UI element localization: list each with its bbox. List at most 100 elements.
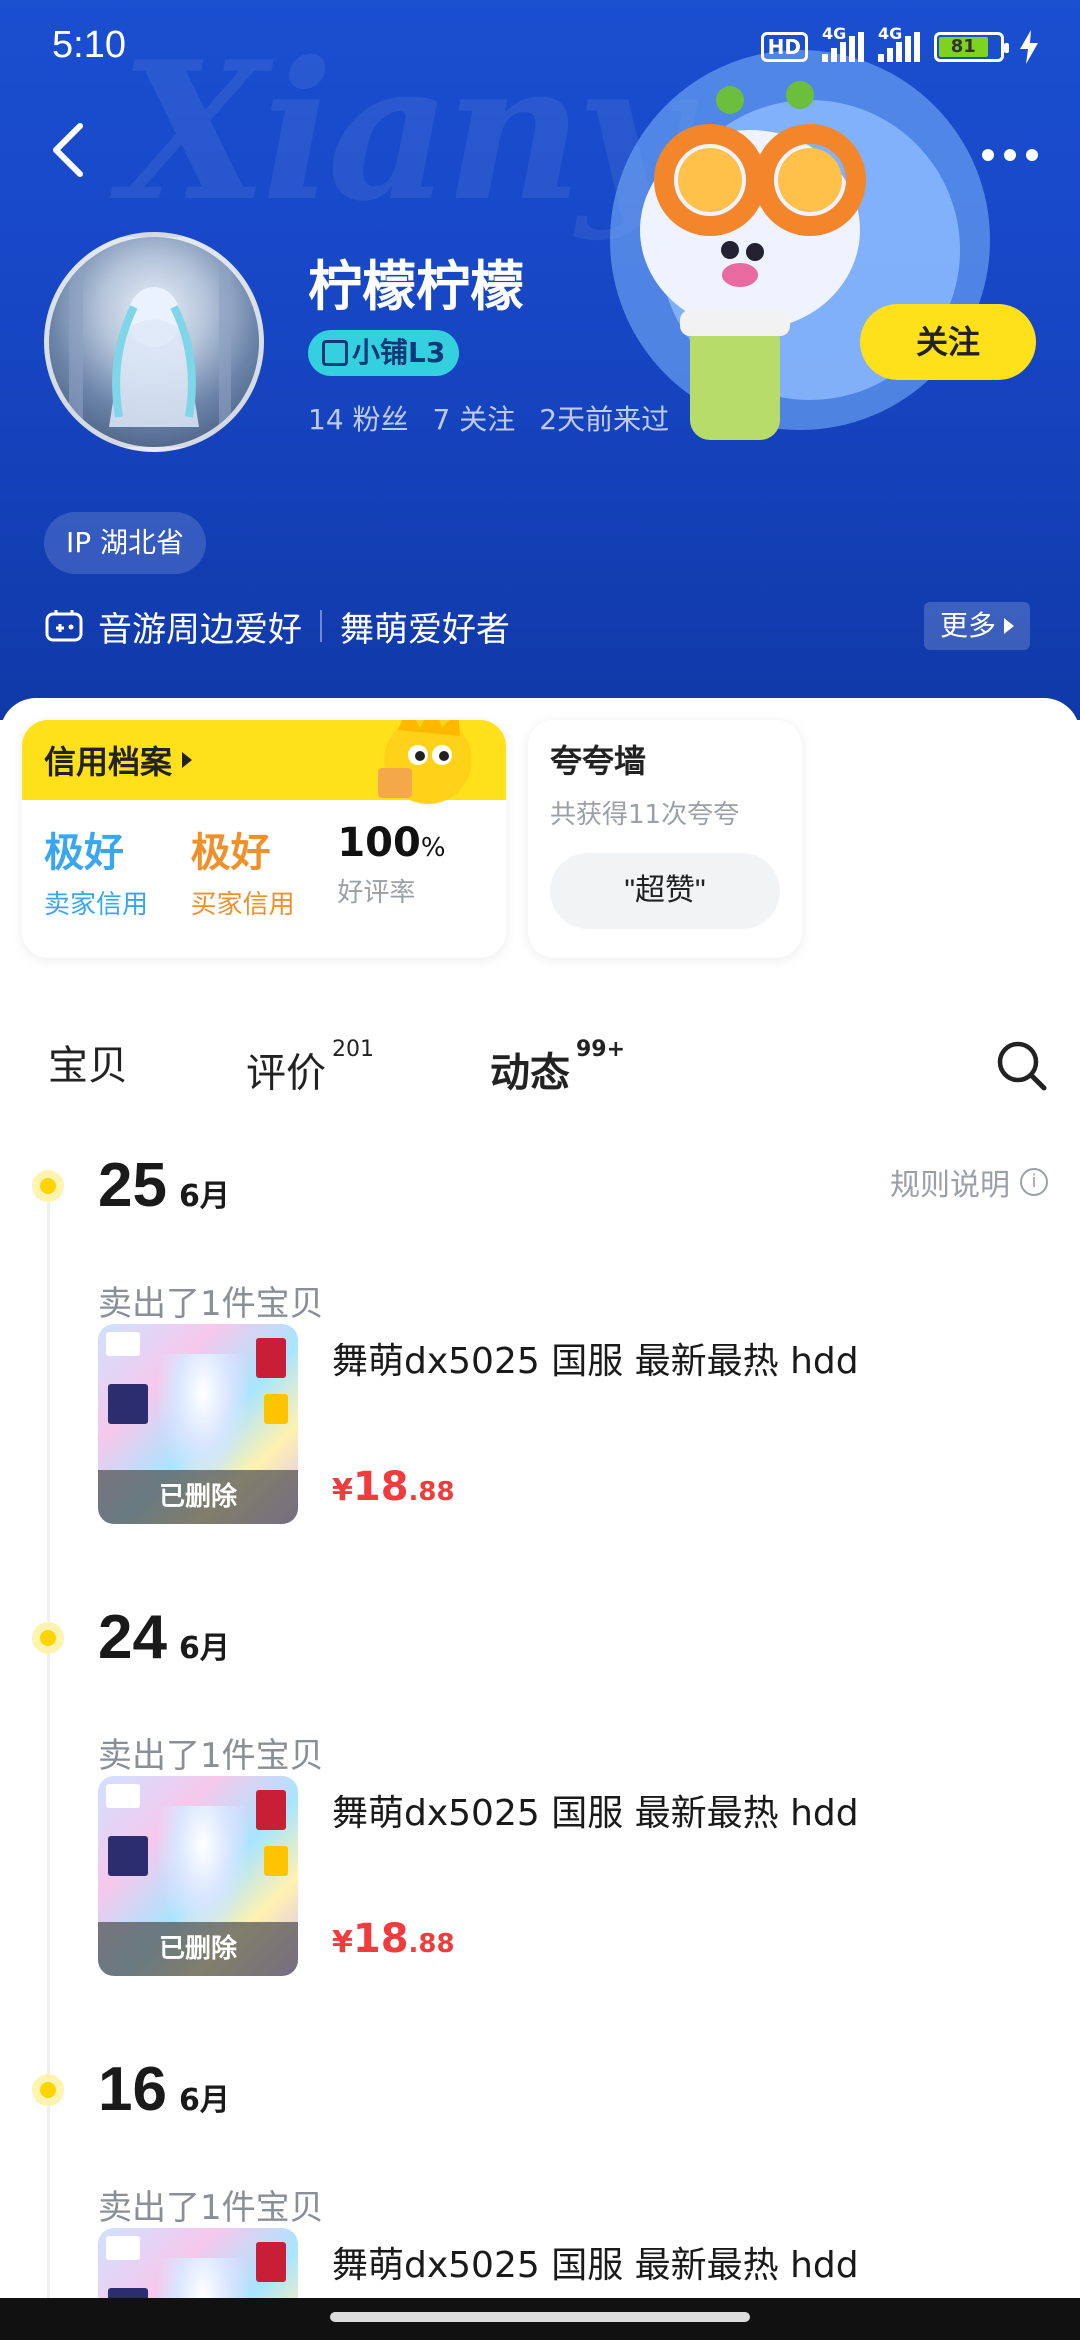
date-month: 6月 (178, 1631, 230, 1666)
avatar-artwork (69, 247, 231, 427)
deleted-overlay: 已删除 (98, 1470, 298, 1524)
ip-location-pill: IP 湖北省 (44, 512, 207, 574)
shop-level-label: 小铺L3 (352, 336, 446, 369)
date-day: 16 (98, 2055, 167, 2124)
profile-header: Xiany 5:10 HD 4G 4G 81 柠檬柠檬 小铺L3 14 粉丝 7… (0, 0, 1080, 720)
positive-rate: 100% 好评率 (337, 820, 484, 921)
battery-icon: 81 (934, 32, 1009, 62)
buyer-label: 买家信用 (190, 890, 295, 920)
profile-tabs: 宝贝 评价201 动态99+ (0, 1016, 1080, 1116)
info-icon: i (1020, 1168, 1048, 1196)
item-title: 舞萌dx5025 国服 最新最热 hdd (332, 1793, 859, 1834)
tab-items[interactable]: 宝贝 (48, 1016, 128, 1116)
charging-icon (1020, 30, 1038, 64)
deleted-overlay: 已删除 (98, 1922, 298, 1976)
sold-item-card[interactable]: 已删除 舞萌dx5025 国服 最新最热 hdd ¥ 18 .88 (98, 1776, 1048, 1976)
tab-reviews[interactable]: 评价201 (246, 1016, 374, 1116)
shop-icon (322, 340, 348, 366)
price-integer: 18 (352, 1916, 409, 1962)
rules-label: 规则说明 (890, 1168, 1010, 1203)
battery-level: 81 (939, 37, 988, 57)
item-price: ¥ 18 .88 (332, 1464, 455, 1510)
status-bar: 5:10 HD 4G 4G 81 (0, 0, 1080, 96)
followers-count[interactable]: 14 粉丝 (308, 398, 409, 438)
shop-level-badge[interactable]: 小铺L3 (308, 330, 460, 376)
praise-wall-count: 共获得11次夸夸 (550, 800, 740, 830)
buyer-rating: 极好 (190, 830, 271, 876)
back-icon (53, 123, 83, 177)
positive-rate-value: 100 (337, 820, 421, 866)
home-indicator-bar[interactable] (0, 2298, 1080, 2340)
item-thumbnail: 已删除 (98, 1776, 298, 1976)
more-dots-icon (982, 149, 994, 161)
more-dots-icon (1004, 149, 1016, 161)
date-day: 25 (98, 1151, 167, 1220)
follow-button[interactable]: 关注 (860, 304, 1036, 380)
timeline-event: 卖出了1件宝贝 (98, 1736, 324, 1776)
profile-stats: 14 粉丝 7 关注 2天前来过 (308, 398, 669, 438)
sold-item-card[interactable]: 已删除 舞萌dx5025 国服 最新最热 hdd ¥ 18 .88 (98, 1324, 1048, 1524)
net-label: 4G (822, 24, 847, 43)
credit-profile-card[interactable]: 信用档案 极好 卖家信用 极好 买家信用 100% 好评率 (22, 720, 506, 958)
praise-wall-card[interactable]: 夸夸墙 共获得11次夸夸 "超赞" (528, 720, 802, 958)
timeline-dot (32, 2074, 64, 2106)
praise-wall-title: 夸夸墙 (550, 742, 647, 780)
timeline-event: 卖出了1件宝贝 (98, 1284, 324, 1324)
credit-mascot-icon (378, 720, 472, 804)
positive-rate-label: 好评率 (337, 878, 416, 908)
item-title: 舞萌dx5025 国服 最新最热 hdd (332, 2245, 859, 2286)
more-options-button[interactable] (970, 130, 1050, 180)
timeline-date: 24 6月 (98, 1602, 230, 1673)
seller-credit: 极好 卖家信用 (44, 820, 191, 921)
chevron-right-icon (182, 752, 193, 768)
search-button[interactable] (994, 1038, 1050, 1094)
timeline-dot (32, 1170, 64, 1202)
signal-icon: 4G (822, 24, 864, 62)
item-thumbnail: 已删除 (98, 1324, 298, 1524)
hd-badge: HD (760, 32, 808, 62)
price-currency: ¥ (332, 1473, 353, 1508)
timeline-date: 16 6月 (98, 2054, 230, 2125)
username: 柠檬柠檬 (308, 255, 524, 318)
interest-tags: 音游周边爱好 舞萌爱好者 (44, 596, 510, 656)
net-label: 4G (878, 24, 903, 43)
date-day: 24 (98, 1603, 167, 1672)
date-month: 6月 (178, 1179, 230, 1214)
item-title: 舞萌dx5025 国服 最新最热 hdd (332, 1341, 859, 1382)
date-month: 6月 (178, 2083, 230, 2118)
credit-profile-header: 信用档案 (22, 720, 506, 804)
tab-label: 宝贝 (48, 1043, 128, 1089)
seller-label: 卖家信用 (44, 890, 149, 920)
tag-item: 舞萌爱好者 (340, 609, 510, 650)
tab-label: 评价 (246, 1050, 326, 1097)
tab-label: 动态 (490, 1050, 570, 1097)
tab-count: 201 (332, 1037, 374, 1062)
tab-activity[interactable]: 动态99+ (490, 1016, 625, 1116)
avatar[interactable] (44, 232, 264, 452)
price-decimal: .88 (408, 1477, 455, 1507)
more-tags-button[interactable]: 更多 (923, 602, 1030, 650)
signal-icon: 4G (878, 24, 920, 62)
more-tags-label: 更多 (939, 609, 996, 642)
back-button[interactable] (48, 120, 108, 190)
following-count[interactable]: 7 关注 (433, 398, 516, 438)
price-integer: 18 (352, 1464, 409, 1510)
tag-item: 音游周边爱好 (98, 609, 302, 650)
timeline-event: 卖出了1件宝贝 (98, 2188, 324, 2228)
tag-divider (320, 610, 322, 642)
profile-content: 信用档案 极好 卖家信用 极好 买家信用 100% 好评率 夸夸墙 共获得11次… (0, 698, 1080, 2340)
rules-link[interactable]: 规则说明 i (890, 1160, 1048, 1204)
item-price: ¥ 18 .88 (332, 1916, 455, 1962)
praise-tag-button[interactable]: "超赞" (550, 853, 780, 929)
tab-count: 99+ (576, 1037, 626, 1062)
price-decimal: .88 (408, 1929, 455, 1959)
timeline-date: 25 6月 (98, 1150, 230, 1221)
tag-icon (45, 610, 83, 642)
status-time: 5:10 (52, 24, 126, 66)
last-seen: 2天前来过 (539, 403, 670, 436)
search-icon (997, 1041, 1047, 1091)
chevron-right-icon (1004, 618, 1014, 634)
price-currency: ¥ (332, 1925, 353, 1960)
timeline-dot (32, 1622, 64, 1654)
credit-title: 信用档案 (44, 743, 173, 781)
